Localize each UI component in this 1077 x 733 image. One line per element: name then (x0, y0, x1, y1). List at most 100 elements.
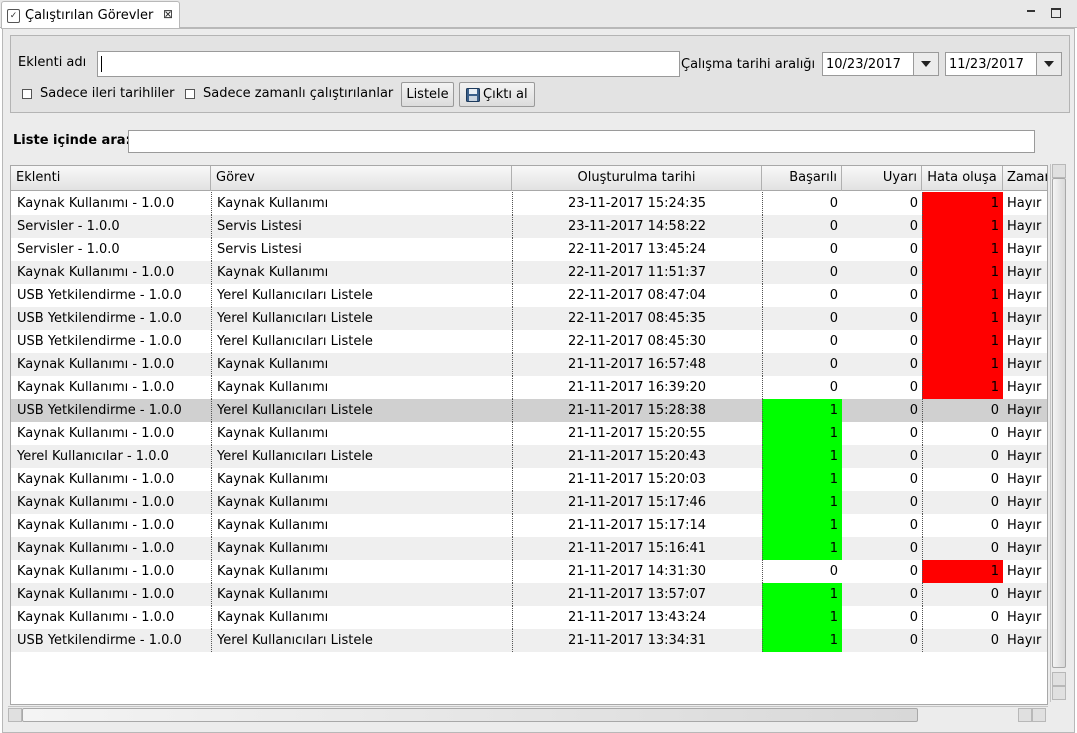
date-from-value: 10/23/2017 (826, 57, 901, 72)
cell-success: 0 (829, 196, 838, 211)
table-row[interactable]: Kaynak Kullanımı - 1.0.0 Kaynak Kullanımı… (11, 583, 1047, 606)
chevron-down-icon[interactable] (1036, 53, 1061, 75)
column-header-scheduled[interactable]: Zaman (1003, 166, 1047, 191)
column-header-error[interactable]: Hata oluşa (922, 166, 1003, 191)
table-row[interactable]: USB Yetkilendirme - 1.0.0 Yerel Kullanıcı… (11, 399, 1047, 422)
cell-task: Yerel Kullanıcıları Listele (217, 288, 373, 303)
cell-plugin: Servisler - 1.0.0 (17, 242, 120, 257)
cell-success: 0 (829, 242, 838, 257)
close-icon[interactable]: ⊠ (163, 7, 173, 21)
date-to-picker[interactable]: 11/23/2017 (945, 52, 1062, 76)
cell-warning: 0 (909, 357, 918, 372)
table-row[interactable]: Kaynak Kullanımı - 1.0.0 Kaynak Kullanımı… (11, 261, 1047, 284)
tab-executed-tasks[interactable]: ✓ Çalıştırılan Görevler ⊠ (1, 1, 180, 29)
future-only-checkbox[interactable] (22, 89, 32, 99)
scroll-right-icon[interactable] (1032, 708, 1046, 722)
cell-scheduled: Hayır (1007, 334, 1042, 349)
table-row[interactable]: Kaynak Kullanımı - 1.0.0 Kaynak Kullanımı… (11, 560, 1047, 583)
cell-created: 22-11-2017 08:45:30 (567, 334, 707, 349)
scroll-up-icon[interactable] (1052, 672, 1066, 686)
table-row[interactable]: USB Yetkilendirme - 1.0.0 Yerel Kullanıcı… (11, 307, 1047, 330)
cell-scheduled: Hayır (1007, 449, 1042, 464)
cell-error: 1 (922, 330, 1003, 353)
horizontal-scroll-thumb[interactable] (22, 708, 918, 722)
minimize-icon[interactable] (1027, 6, 1037, 16)
table-row[interactable]: USB Yetkilendirme - 1.0.0 Yerel Kullanıcı… (11, 284, 1047, 307)
scroll-left-icon[interactable] (8, 708, 22, 722)
table-row[interactable]: Kaynak Kullanımı - 1.0.0 Kaynak Kullanımı… (11, 192, 1047, 215)
column-divider (211, 353, 212, 376)
column-divider (922, 445, 923, 468)
export-button[interactable]: Çıktı al (459, 82, 535, 107)
cell-task: Kaynak Kullanımı (217, 587, 329, 602)
horizontal-scrollbar[interactable] (8, 706, 1048, 722)
cell-warning: 0 (909, 403, 918, 418)
scheduled-only-checkbox[interactable] (185, 89, 195, 99)
table-row[interactable]: Yerel Kullanıcılar - 1.0.0 Yerel Kullanıc… (11, 445, 1047, 468)
column-divider (922, 491, 923, 514)
cell-success: 1 (762, 399, 842, 422)
scheduled-only-label[interactable]: Sadece zamanlı çalıştırılanlar (203, 86, 393, 101)
cell-scheduled: Hayır (1007, 311, 1042, 326)
vertical-scroll-thumb[interactable] (1052, 178, 1066, 668)
column-header-success[interactable]: Başarılı (762, 166, 842, 191)
cell-task: Servis Listesi (217, 219, 302, 234)
table-row[interactable]: USB Yetkilendirme - 1.0.0 Yerel Kullanıcı… (11, 330, 1047, 353)
list-button[interactable]: Listele (401, 82, 454, 107)
floppy-disk-icon (466, 88, 480, 102)
column-divider (211, 560, 212, 583)
cell-success: 0 (829, 311, 838, 326)
column-divider (512, 560, 513, 583)
table-row[interactable]: Kaynak Kullanımı - 1.0.0 Kaynak Kullanımı… (11, 422, 1047, 445)
vertical-scrollbar[interactable] (1050, 164, 1066, 702)
column-divider (211, 468, 212, 491)
table-row[interactable]: Servisler - 1.0.0 Servis Listesi 23-11-201… (11, 215, 1047, 238)
column-divider (762, 307, 763, 330)
column-divider (211, 583, 212, 606)
table-row[interactable]: Kaynak Kullanımı - 1.0.0 Kaynak Kullanımı… (11, 353, 1047, 376)
cell-plugin: Kaynak Kullanımı - 1.0.0 (17, 196, 175, 211)
column-header-task[interactable]: Görev (211, 166, 512, 191)
cell-scheduled: Hayır (1007, 587, 1042, 602)
date-from-picker[interactable]: 10/23/2017 (822, 52, 939, 76)
column-divider (762, 422, 763, 445)
table-row[interactable]: Kaynak Kullanımı - 1.0.0 Kaynak Kullanımı… (11, 376, 1047, 399)
column-divider (922, 606, 923, 629)
cell-success: 1 (762, 445, 842, 468)
column-divider (922, 376, 923, 399)
cell-success: 1 (762, 491, 842, 514)
column-divider (762, 491, 763, 514)
search-input[interactable] (128, 130, 1035, 153)
column-divider (512, 629, 513, 652)
cell-task: Kaynak Kullanımı (217, 357, 329, 372)
cell-created: 21-11-2017 13:57:07 (567, 587, 707, 602)
column-divider (211, 261, 212, 284)
table-row[interactable]: USB Yetkilendirme - 1.0.0 Yerel Kullanıcı… (11, 629, 1047, 652)
future-only-label[interactable]: Sadece ileri tarihliler (40, 86, 175, 101)
cell-plugin: Kaynak Kullanımı - 1.0.0 (17, 265, 175, 280)
column-header-created[interactable]: Oluşturulma tarihi (512, 166, 762, 191)
column-divider (762, 468, 763, 491)
chevron-down-icon[interactable] (913, 53, 938, 75)
column-divider (512, 261, 513, 284)
cell-created: 21-11-2017 16:57:48 (567, 357, 707, 372)
cell-success: 1 (762, 468, 842, 491)
scroll-left-icon[interactable] (1018, 708, 1032, 722)
column-divider (512, 215, 513, 238)
table-row[interactable]: Servisler - 1.0.0 Servis Listesi 22-11-201… (11, 238, 1047, 261)
column-divider (922, 537, 923, 560)
scroll-up-icon[interactable] (1052, 164, 1066, 178)
table-row[interactable]: Kaynak Kullanımı - 1.0.0 Kaynak Kullanımı… (11, 537, 1047, 560)
plugin-name-input[interactable] (97, 51, 680, 77)
column-divider (762, 514, 763, 537)
maximize-icon[interactable] (1051, 8, 1061, 18)
cell-warning: 0 (909, 219, 918, 234)
column-header-warning[interactable]: Uyarı (842, 166, 922, 191)
table-row[interactable]: Kaynak Kullanımı - 1.0.0 Kaynak Kullanımı… (11, 606, 1047, 629)
table-row[interactable]: Kaynak Kullanımı - 1.0.0 Kaynak Kullanımı… (11, 491, 1047, 514)
table-row[interactable]: Kaynak Kullanımı - 1.0.0 Kaynak Kullanımı… (11, 468, 1047, 491)
table-row[interactable]: Kaynak Kullanımı - 1.0.0 Kaynak Kullanımı… (11, 514, 1047, 537)
column-divider (762, 537, 763, 560)
scroll-down-icon[interactable] (1052, 686, 1066, 700)
column-header-plugin[interactable]: Eklenti (11, 166, 211, 191)
